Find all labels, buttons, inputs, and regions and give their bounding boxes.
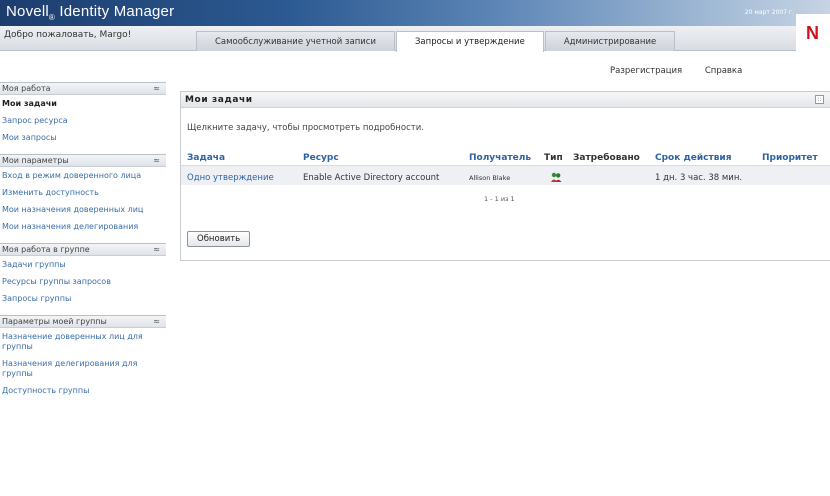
sidebar-section-title: Моя работа в группе xyxy=(2,245,90,254)
sidebar-item-my-delegate-assignments[interactable]: Мои назначения делегирования xyxy=(0,218,166,235)
panel-header: Мои задачи :: xyxy=(181,92,830,108)
sidebar-item-request-resource[interactable]: Запрос ресурса xyxy=(0,112,166,129)
sidebar-section-title: Параметры моей группы xyxy=(2,317,107,326)
refresh-button[interactable]: Обновить xyxy=(187,231,251,247)
task-resource: Enable Active Directory account xyxy=(303,173,440,183)
main-tabs: Самообслуживание учетной записи Запросы … xyxy=(196,31,676,52)
brand-name: Novell xyxy=(6,3,49,20)
sidebar-section-title: Мои параметры xyxy=(2,156,69,165)
pagination-status: 1 - 1 из 1 xyxy=(484,195,515,203)
welcome-text: Добро пожаловать, Margo! xyxy=(4,30,132,40)
column-resource[interactable]: Ресурс xyxy=(303,153,339,163)
sidebar-section-title: Моя работа xyxy=(2,84,51,93)
task-recipient: Allison Blake xyxy=(469,174,511,182)
sidebar-section-my-settings[interactable]: Мои параметры ≈ xyxy=(0,154,166,167)
collapse-icon[interactable]: ≈ xyxy=(153,83,160,95)
task-expires: 1 дн. 3 час. 38 мин. xyxy=(655,173,743,183)
my-tasks-panel: Мои задачи :: Щелкните задачу, чтобы про… xyxy=(180,91,830,261)
task-link[interactable]: Одно утверждение xyxy=(187,173,274,183)
collapse-icon[interactable]: ≈ xyxy=(153,155,160,167)
sidebar-item-team-requests[interactable]: Запросы группы xyxy=(0,290,166,307)
logout-link[interactable]: Разрегистрация xyxy=(610,66,682,76)
help-link[interactable]: Справка xyxy=(705,66,742,76)
column-requested: Затребовано xyxy=(573,153,640,163)
tab-administration[interactable]: Администрирование xyxy=(544,31,676,51)
panel-menu-icon[interactable]: :: xyxy=(815,95,824,104)
sidebar-item-my-requests[interactable]: Мои запросы xyxy=(0,129,166,146)
sidebar: Моя работа ≈ Мои задачи Запрос ресурса М… xyxy=(0,80,166,399)
sidebar-section-team-settings[interactable]: Параметры моей группы ≈ xyxy=(0,315,166,328)
sidebar-item-team-delegate-assignments[interactable]: Назначения делегирования для группы xyxy=(0,355,166,382)
sidebar-section-my-work[interactable]: Моя работа ≈ xyxy=(0,82,166,95)
novell-logo: N xyxy=(796,14,830,54)
column-expires[interactable]: Срок действия xyxy=(655,153,731,163)
sidebar-item-edit-availability[interactable]: Изменить доступность xyxy=(0,184,166,201)
product-name: Identity Manager xyxy=(55,3,175,20)
approval-people-icon xyxy=(551,172,562,182)
sidebar-item-my-tasks[interactable]: Мои задачи xyxy=(0,95,166,112)
sidebar-item-team-proxy-assignments[interactable]: Назначение доверенных лиц для группы xyxy=(0,328,166,355)
top-links: Разрегистрация Справка xyxy=(610,66,762,76)
column-priority[interactable]: Приоритет xyxy=(762,153,818,163)
column-type: Тип xyxy=(544,153,563,163)
top-banner: Novell® Identity Manager 20 март 2007 г. xyxy=(0,0,830,26)
tab-requests-approvals[interactable]: Запросы и утверждение xyxy=(395,31,544,52)
tab-account-self-service[interactable]: Самообслуживание учетной записи xyxy=(196,31,395,51)
column-recipient[interactable]: Получатель xyxy=(469,153,531,163)
column-task[interactable]: Задача xyxy=(187,153,225,163)
current-date: 20 март 2007 г. xyxy=(744,9,794,16)
sidebar-item-my-proxy-assignments[interactable]: Мои назначения доверенных лиц xyxy=(0,201,166,218)
collapse-icon[interactable]: ≈ xyxy=(153,316,160,328)
sidebar-item-enter-proxy-mode[interactable]: Вход в режим доверенного лица xyxy=(0,167,166,184)
collapse-icon[interactable]: ≈ xyxy=(153,244,160,256)
sidebar-section-team-work[interactable]: Моя работа в группе ≈ xyxy=(0,243,166,256)
logo-letter: N xyxy=(806,23,819,43)
product-title: Novell® Identity Manager xyxy=(6,3,174,22)
sidebar-item-team-tasks[interactable]: Задачи группы xyxy=(0,256,166,273)
panel-title: Мои задачи xyxy=(185,95,253,105)
sidebar-item-team-request-resources[interactable]: Ресурсы группы запросов xyxy=(0,273,166,290)
panel-hint: Щелкните задачу, чтобы просмотреть подро… xyxy=(187,123,424,133)
sidebar-item-team-availability[interactable]: Доступность группы xyxy=(0,382,166,399)
